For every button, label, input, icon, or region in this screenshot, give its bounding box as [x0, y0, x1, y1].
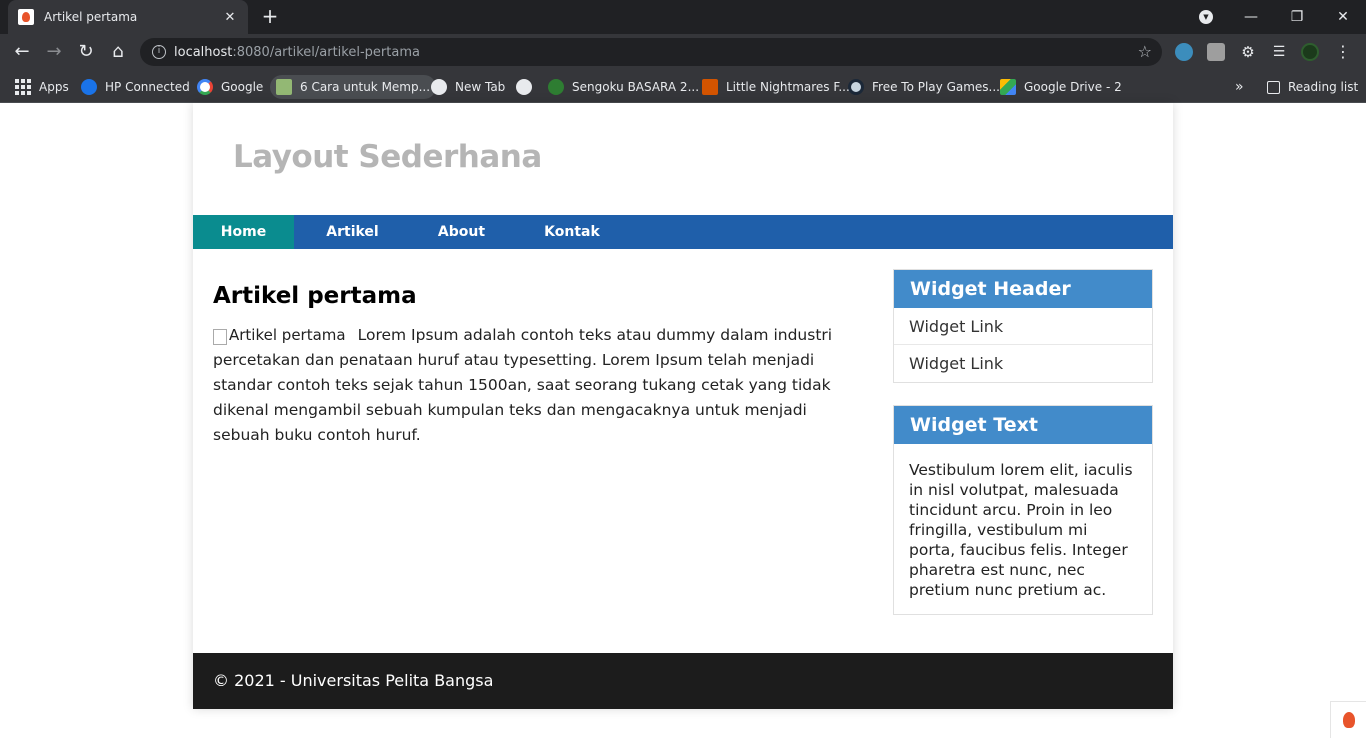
restore-icon[interactable]: ❐	[1274, 0, 1320, 34]
widget-text: Widget Text Vestibulum lorem elit, iacul…	[893, 405, 1153, 615]
article: Artikel pertama Artikel pertama Lorem Ips…	[213, 269, 853, 448]
reading-list-label: Reading list	[1288, 80, 1359, 94]
bookmark-free-to-play[interactable]: Free To Play Games...	[842, 75, 1006, 99]
bookmark-label: Free To Play Games...	[872, 80, 1000, 94]
nav-artikel[interactable]: Artikel	[294, 215, 411, 249]
article-image: Artikel pertama	[213, 323, 346, 348]
image-alt-text: Artikel pertama	[229, 326, 346, 344]
article-title: Artikel pertama	[213, 283, 417, 309]
main-nav: Home Artikel About Kontak	[193, 215, 1173, 249]
browser-tab-strip: Artikel pertama ✕ + ▼ — ❐ ✕	[0, 0, 1366, 34]
globe-icon	[431, 79, 447, 95]
browser-toolbar: ← → ↻ ⌂ i localhost:8080/artikel/artikel…	[0, 34, 1366, 70]
profile-avatar[interactable]	[1301, 43, 1319, 61]
bookmark-label: Google	[221, 80, 264, 94]
minimize-icon[interactable]: —	[1228, 0, 1274, 34]
globe-icon	[516, 79, 532, 95]
site-title: Layout Sederhana	[233, 139, 542, 175]
web-page: Layout Sederhana Home Artikel About Kont…	[0, 103, 1366, 738]
tab-search-icon[interactable]: ▼	[1199, 10, 1213, 24]
wikihow-icon	[276, 79, 292, 95]
widget-header: Widget Header	[894, 270, 1152, 308]
codeigniter-favicon-icon	[18, 9, 34, 25]
site-info-icon[interactable]: i	[152, 45, 166, 59]
nav-home[interactable]: Home	[193, 215, 294, 249]
close-window-icon[interactable]: ✕	[1320, 0, 1366, 34]
forward-arrow-icon[interactable]: →	[42, 40, 66, 64]
bookmark-new-tab[interactable]: New Tab	[425, 75, 511, 99]
widget-link[interactable]: Widget Link	[894, 308, 1152, 345]
bookmark-globe[interactable]	[510, 75, 538, 99]
windows-icon	[702, 79, 718, 95]
nav-kontak[interactable]: Kontak	[512, 215, 632, 249]
bookmark-label: Sengoku BASARA 2...	[572, 80, 700, 94]
media-control-icon[interactable]: ☰	[1270, 43, 1288, 61]
bookmark-hp-connected[interactable]: HP Connected	[75, 75, 196, 99]
page-container: Layout Sederhana Home Artikel About Kont…	[193, 103, 1173, 709]
bookmark-label: Apps	[39, 80, 69, 94]
url-text[interactable]: localhost:8080/artikel/artikel-pertama	[174, 45, 420, 60]
reading-list-button[interactable]: Reading list	[1261, 75, 1364, 99]
menu-kebab-icon[interactable]: ⋮	[1334, 43, 1352, 61]
extensions-puzzle-icon[interactable]: ⚙	[1239, 43, 1257, 61]
bookmark-label: 6 Cara untuk Memp...	[300, 80, 431, 94]
widget-text-body: Vestibulum lorem elit, iaculis in nisl v…	[909, 461, 1133, 599]
broken-image-icon	[213, 328, 227, 345]
bookmark-sengoku[interactable]: Sengoku BASARA 2...	[542, 75, 705, 99]
widget-link[interactable]: Widget Link	[894, 345, 1152, 382]
article-body: Artikel pertama Lorem Ipsum adalah contoh…	[213, 323, 853, 448]
site-footer: © 2021 - Universitas Pelita Bangsa	[193, 653, 1173, 709]
browser-tab[interactable]: Artikel pertama ✕	[8, 0, 248, 34]
hp-icon	[81, 79, 97, 95]
home-icon[interactable]: ⌂	[106, 40, 130, 64]
address-bar[interactable]: i localhost:8080/artikel/artikel-pertama…	[140, 38, 1162, 66]
bookmark-label: Little Nightmares F...	[726, 80, 850, 94]
bookmarks-overflow-icon[interactable]: »	[1229, 75, 1250, 99]
new-tab-button[interactable]: +	[258, 5, 282, 29]
bookmark-label: Google Drive - 2	[1024, 80, 1122, 94]
extension-globe-icon[interactable]	[1175, 43, 1193, 61]
bookmark-label: HP Connected	[105, 80, 190, 94]
bookmarks-bar: Apps HP Connected Google 6 Cara untuk Me…	[0, 70, 1366, 103]
bookmark-label: New Tab	[455, 80, 506, 94]
bookmark-wikihow[interactable]: 6 Cara untuk Memp...	[270, 75, 437, 99]
footer-text: © 2021 - Universitas Pelita Bangsa	[213, 671, 494, 690]
bookmark-google[interactable]: Google	[191, 75, 269, 99]
url-host: localhost	[174, 44, 233, 60]
reload-icon[interactable]: ↻	[74, 40, 98, 64]
bookmark-apps[interactable]: Apps	[9, 75, 75, 99]
sidebar: Widget Header Widget Link Widget Link Wi…	[893, 269, 1153, 637]
back-arrow-icon[interactable]: ←	[10, 40, 34, 64]
google-icon	[197, 79, 213, 95]
nav-about[interactable]: About	[411, 215, 512, 249]
apps-grid-icon	[15, 79, 31, 95]
bookmark-star-icon[interactable]: ☆	[1138, 42, 1152, 61]
google-drive-icon	[1000, 79, 1016, 95]
sengoku-icon	[548, 79, 564, 95]
site-header: Layout Sederhana	[193, 103, 1173, 215]
reading-list-icon	[1267, 80, 1280, 94]
tab-title: Artikel pertama	[44, 10, 138, 24]
widget-links: Widget Header Widget Link Widget Link	[893, 269, 1153, 383]
tab-close-icon[interactable]: ✕	[222, 10, 238, 25]
extension-person-icon[interactable]	[1207, 43, 1225, 61]
url-path: :8080/artikel/artikel-pertama	[232, 44, 420, 60]
steam-icon	[848, 79, 864, 95]
codeigniter-debug-toolbar-icon[interactable]	[1330, 701, 1366, 738]
bookmark-google-drive[interactable]: Google Drive - 2	[994, 75, 1128, 99]
bookmark-little-nightmares[interactable]: Little Nightmares F...	[696, 75, 856, 99]
widget-header: Widget Text	[894, 406, 1152, 444]
